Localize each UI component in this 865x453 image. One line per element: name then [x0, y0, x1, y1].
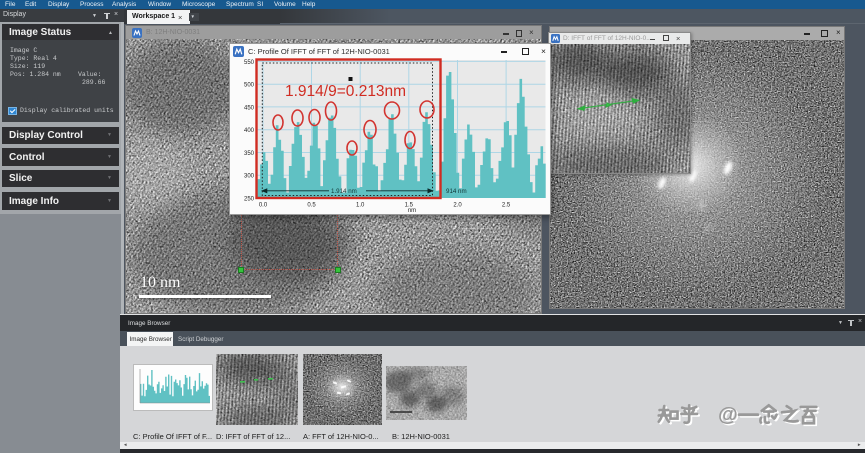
svg-text:0.0: 0.0 [258, 202, 267, 208]
svg-text:0.5: 0.5 [307, 202, 316, 208]
svg-text:450: 450 [243, 105, 254, 111]
svg-text:914 nm: 914 nm [446, 188, 467, 195]
svg-text:nm: nm [407, 208, 415, 214]
svg-text:2.5: 2.5 [501, 202, 510, 208]
svg-text:1.914/9=0.213nm: 1.914/9=0.213nm [285, 83, 406, 100]
svg-text:500: 500 [243, 82, 254, 88]
svg-text:1.914 nm: 1.914 nm [331, 188, 357, 195]
svg-text:1.0: 1.0 [356, 202, 365, 208]
svg-text:350: 350 [243, 151, 254, 157]
svg-text:250: 250 [243, 196, 254, 202]
svg-text:2.0: 2.0 [453, 202, 462, 208]
svg-text:300: 300 [243, 173, 254, 179]
svg-text:550: 550 [243, 59, 254, 65]
svg-text:400: 400 [243, 128, 254, 134]
svg-text:@: @ [718, 404, 738, 426]
